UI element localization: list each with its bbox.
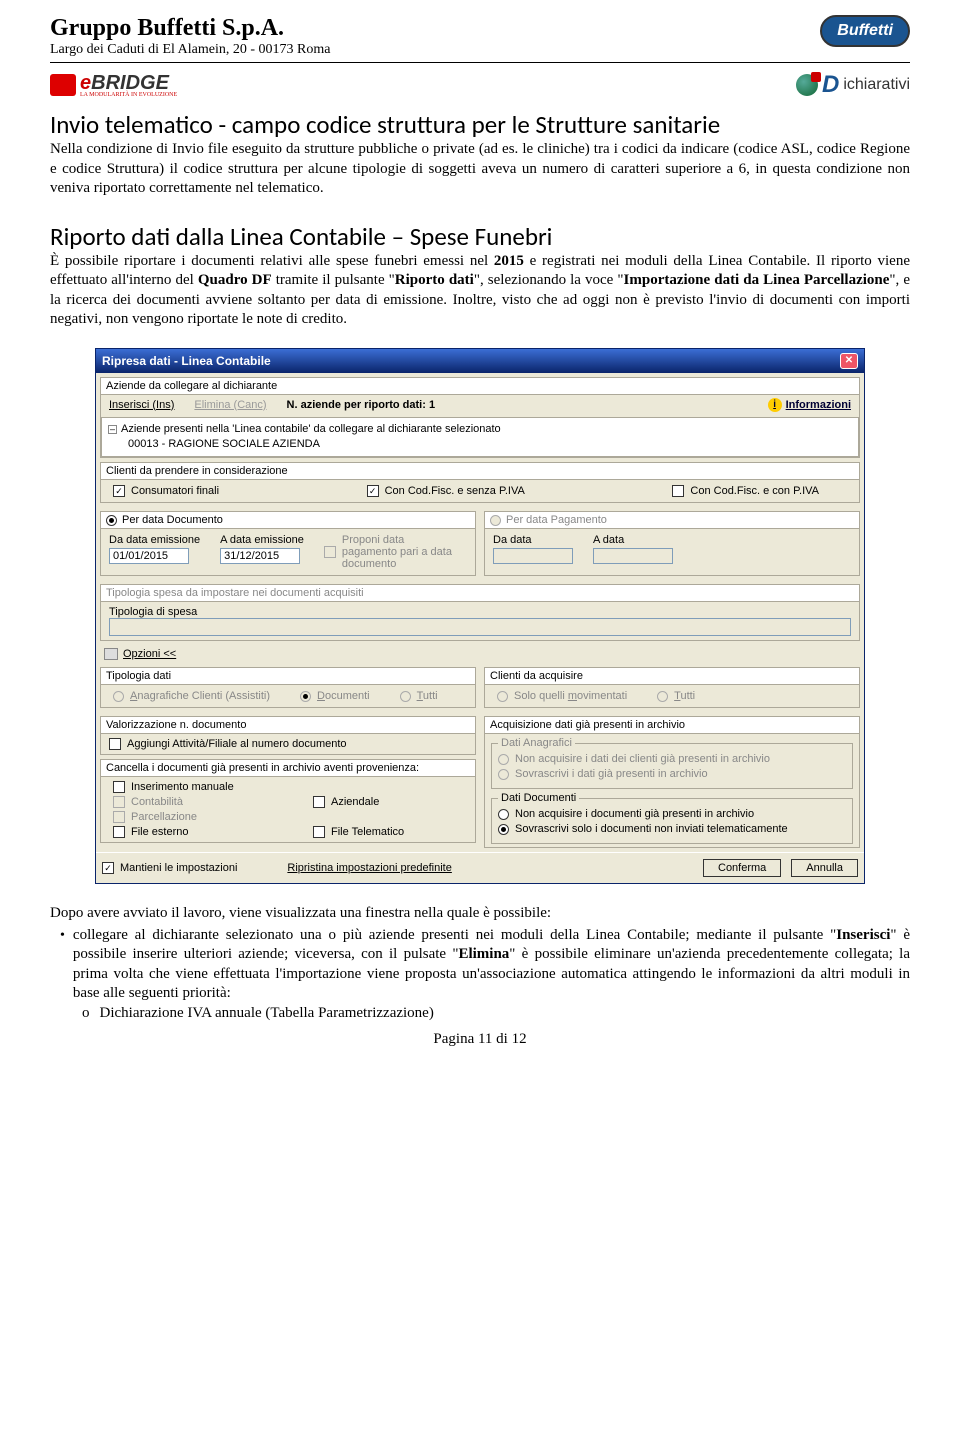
radio-per-data-pag [490,515,501,526]
ebridge-bridge: BRIDGE [91,72,169,94]
section1-body: Nella condizione di Invio file eseguito … [50,140,910,199]
tree-root[interactable]: –Aziende presenti nella 'Linea contabile… [108,422,852,437]
radio-per-data-doc[interactable] [106,515,117,526]
check-cf-piva[interactable]: Con Cod.Fisc. e con P.IVA [672,485,819,497]
radio-solo-mov: Solo quelli movimentati [497,690,627,702]
buffetti-logo: Buffetti [820,15,910,47]
ebridge-e: e [80,72,91,94]
check-contabilita: Contabilità [113,796,313,808]
check-ins-manuale[interactable]: Inserimento manuale [113,781,463,793]
inserisci-link[interactable]: Inserisci (Ins) [109,399,174,411]
group-aziende: Aziende da collegare al dichiarante Inse… [100,377,860,459]
globe-icon [796,74,818,96]
group-cancella: Cancella i documenti già presenti in arc… [100,759,476,843]
sub-o-text: Dichiarazione IVA annuale (Tabella Param… [100,1004,434,1024]
info-icon: i [768,398,782,412]
n-aziende-label: N. aziende per riporto dati: 1 [287,399,436,411]
ripresa-dati-dialog: Ripresa dati - Linea Contabile ✕ Aziende… [95,348,865,885]
page-header: Gruppo Buffetti S.p.A. Largo dei Caduti … [50,0,910,99]
group-clienti-title: Clienti da prendere in considerazione [101,463,859,480]
check-aziendale[interactable]: Aziendale [313,796,379,808]
section2-body: È possibile riportare i documenti relati… [50,252,910,330]
check-parcellazione: Parcellazione [113,811,463,823]
fieldset-dati-doc: Dati Documenti Non acquisire i documenti… [491,792,853,844]
ebridge-logo: eBRIDGE LA MODULARITÀ IN EVOLUZIONE [50,72,177,98]
group-clienti-acquisire: Clienti da acquisire Solo quelli movimen… [484,667,860,708]
clienti-acquisire-title: Clienti da acquisire [485,668,859,685]
company-address: Largo dei Caduti di El Alamein, 20 - 001… [50,42,330,58]
tree-item-00013[interactable]: 00013 - RAGIONE SOCIALE AZIENDA [108,437,852,452]
da-data-pag-input [493,548,573,564]
group-per-data-pagamento: Per data Pagamento Da data A data [484,511,860,576]
tipologia-dati-title: Tipologia dati [101,668,475,685]
a-data-em-label: A data emissione [220,534,304,546]
radio-sovrascrivi-clienti: Sovrascrivi i dati già presenti in archi… [498,768,846,780]
group-per-data-documento: Per data Documento Da data emissione01/0… [100,511,476,576]
sub-o-marker: o [82,1004,90,1024]
company-block: Gruppo Buffetti S.p.A. Largo dei Caduti … [50,15,330,58]
radio-non-acq-clienti: Non acquisire i dati dei clienti già pre… [498,753,846,765]
check-consumatori[interactable]: Consumatori finali [113,485,219,497]
group-tipologia-spesa: Tipologia spesa da impostare nei documen… [100,584,860,641]
check-proponi: Proponi data pagamento pari a data docum… [324,534,462,570]
da-data-em-label: Da data emissione [109,534,200,546]
opzioni-toggle[interactable]: Opzioni << [123,648,176,660]
after-intro: Dopo avere avviato il lavoro, viene visu… [50,904,910,924]
dialog-footer: Mantieni le impostazioni Ripristina impo… [96,852,864,883]
cancella-title: Cancella i documenti già presenti in arc… [101,760,475,777]
a-data-label: A data [593,534,673,546]
tipologia-spesa-label: Tipologia di spesa [109,606,851,618]
a-data-input[interactable]: 31/12/2015 [220,548,300,564]
check-file-telematico[interactable]: File Telematico [313,826,404,838]
valorizzazione-title: Valorizzazione n. documento [101,717,475,734]
tipologia-spesa-title: Tipologia spesa da impostare nei documen… [101,585,859,602]
dialog-title: Ripresa dati - Linea Contabile [102,354,271,368]
dichiarativi-rest: ichiarativi [843,76,910,94]
ripristina-link[interactable]: Ripristina impostazioni predefinite [287,862,451,874]
ebridge-icon [50,74,76,96]
group-valorizzazione: Valorizzazione n. documento Aggiungi Att… [100,716,476,755]
group-tipologia-dati: Tipologia dati AAnagrafiche Clienti (Ass… [100,667,476,708]
annulla-button[interactable]: Annulla [791,859,858,877]
check-mantieni[interactable]: Mantieni le impostazioni [102,862,237,874]
da-data-label: Da data [493,534,573,546]
check-file-esterno[interactable]: File esterno [113,826,313,838]
after-dialog-text: Dopo avere avviato il lavoro, viene visu… [50,904,910,1023]
da-data-input[interactable]: 01/01/2015 [109,548,189,564]
dichiarativi-d: D [822,71,839,99]
opzioni-icon [104,648,118,660]
ebridge-sub: LA MODULARITÀ IN EVOLUZIONE [80,92,177,98]
radio-documenti: Documenti [300,690,370,702]
conferma-button[interactable]: Conferma [703,859,781,877]
page-footer: Pagina 11 di 12 [50,1031,910,1068]
group-aziende-title: Aziende da collegare al dichiarante [101,378,859,395]
fieldset-dati-anag: Dati Anagrafici Non acquisire i dati dei… [491,737,853,789]
radio-sovrascrivi-doc[interactable]: Sovrascrivi solo i documenti non inviati… [498,823,846,835]
radio-tutti-clienti: Tutti [657,690,695,702]
radio-tutti-dati: Tutti [400,690,438,702]
a-data-pag-input [593,548,673,564]
close-button[interactable]: ✕ [840,353,858,369]
bullet-text: collegare al dichiarante selezionato una… [73,926,910,1004]
check-aggiungi[interactable]: Aggiungi Attività/Filiale al numero docu… [109,738,467,750]
elimina-link[interactable]: Elimina (Canc) [194,399,266,411]
dati-anag-legend: Dati Anagrafici [498,737,575,749]
dichiarativi-logo: Dichiarativi [796,71,910,99]
company-name: Gruppo Buffetti S.p.A. [50,15,330,42]
dialog-titlebar[interactable]: Ripresa dati - Linea Contabile ✕ [96,349,864,373]
acquisizione-title: Acquisizione dati già presenti in archiv… [485,717,859,734]
check-cf-nopiva[interactable]: Con Cod.Fisc. e senza P.IVA [367,485,525,497]
group-acquisizione: Acquisizione dati già presenti in archiv… [484,716,860,848]
dati-doc-legend: Dati Documenti [498,792,579,804]
section2-title: Riporto dati dalla Linea Contabile – Spe… [50,221,910,252]
bullet-icon: • [50,926,65,1004]
radio-anag-clienti: AAnagrafiche Clienti (Assistiti)nagrafic… [113,690,270,702]
radio-non-acq-doc[interactable]: Non acquisire i documenti già presenti i… [498,808,846,820]
aziende-tree[interactable]: –Aziende presenti nella 'Linea contabile… [101,417,859,458]
tipologia-spesa-select [109,618,851,636]
header-divider [50,62,910,63]
informazioni-button[interactable]: i Informazioni [768,398,851,412]
group-clienti: Clienti da prendere in considerazione Co… [100,462,860,503]
section1-title: Invio telematico - campo codice struttur… [50,109,910,140]
